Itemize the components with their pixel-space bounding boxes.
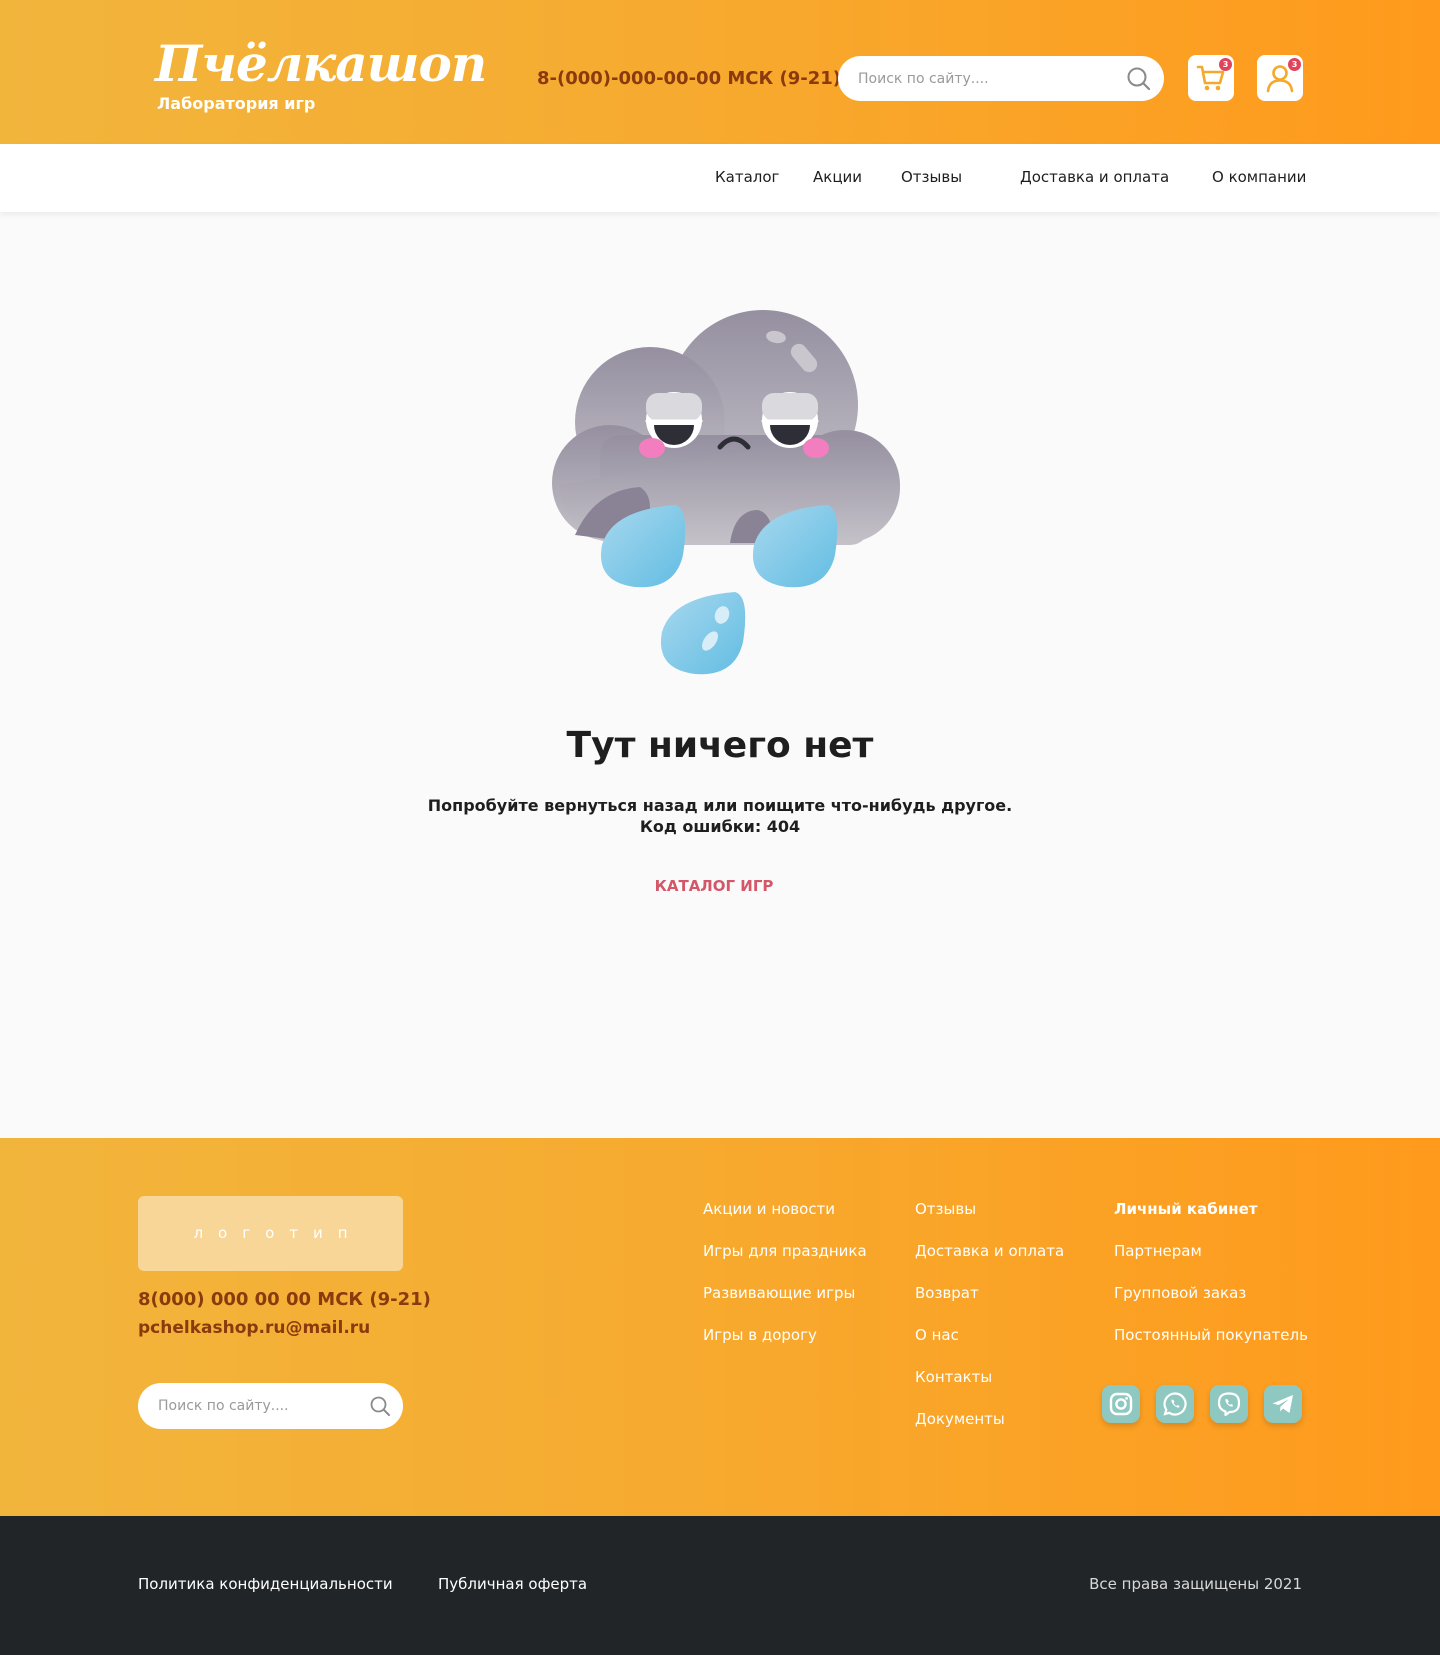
nav-item-about[interactable]: О компании <box>1212 168 1306 186</box>
whatsapp-icon <box>1163 1392 1187 1416</box>
account-count-badge: 3 <box>1288 58 1301 71</box>
cart-count-badge: 3 <box>1219 58 1232 71</box>
footer-link[interactable]: Партнерам <box>1114 1242 1202 1260</box>
public-offer-link[interactable]: Публичная оферта <box>438 1575 587 1593</box>
error-hint: Попробуйте вернуться назад или поищите ч… <box>427 796 1013 815</box>
footer-bottom-bar: Политика конфиденциальности Публичная оф… <box>0 1516 1440 1655</box>
footer-link[interactable]: Акции и новости <box>703 1200 835 1218</box>
error-description: Попробуйте вернуться назад или поищите ч… <box>0 795 1440 837</box>
footer-logo-placeholder[interactable]: логотип <box>138 1196 403 1271</box>
footer-phone[interactable]: 8(000) 000 00 00 МСК (9-21) <box>138 1289 431 1310</box>
main-nav: Каталог Акции Отзывы Доставка и оплата О… <box>0 144 1440 212</box>
footer-link[interactable]: Контакты <box>915 1368 992 1386</box>
footer-link[interactable]: Документы <box>915 1410 1005 1428</box>
footer-link[interactable]: Игры в дорогу <box>703 1326 817 1344</box>
copyright-text: Все права защищены 2021 <box>1089 1575 1302 1593</box>
footer-link[interactable]: Групповой заказ <box>1114 1284 1246 1302</box>
instagram-button[interactable] <box>1102 1385 1140 1423</box>
header-phone[interactable]: 8-(000)-000-00-00 МСК (9-21) <box>537 68 841 89</box>
error-title: Тут ничего нет <box>566 725 874 766</box>
nav-item-catalog[interactable]: Каталог <box>715 168 779 186</box>
nav-item-reviews[interactable]: Отзывы <box>901 168 962 186</box>
header-search-input[interactable] <box>858 56 1108 101</box>
footer-link-account[interactable]: Личный кабинет <box>1114 1200 1257 1218</box>
footer-search-input[interactable] <box>158 1383 358 1429</box>
footer-email[interactable]: pchelkashop.ru@mail.ru <box>138 1318 370 1338</box>
nav-item-sales[interactable]: Акции <box>813 168 862 186</box>
footer-link[interactable]: Отзывы <box>915 1200 976 1218</box>
logo-subtitle: Лаборатория игр <box>157 94 316 113</box>
nav-item-delivery[interactable]: Доставка и оплата <box>1020 168 1169 186</box>
telegram-button[interactable] <box>1264 1385 1302 1423</box>
error-code: Код ошибки: 404 <box>639 817 801 836</box>
site-logo[interactable]: Пчёлкашоп Лаборатория игр <box>155 34 487 114</box>
footer-link[interactable]: Постоянный покупатель <box>1114 1326 1308 1344</box>
footer-link[interactable]: Возврат <box>915 1284 979 1302</box>
logo-wordmark: Пчёлкашоп <box>155 34 487 93</box>
search-icon[interactable] <box>369 1395 391 1417</box>
footer-link[interactable]: Доставка и оплата <box>915 1242 1064 1260</box>
cart-button[interactable]: 3 <box>1188 55 1234 101</box>
viber-icon <box>1217 1392 1241 1417</box>
site-header: Пчёлкашоп Лаборатория игр 8-(000)-000-00… <box>0 0 1440 144</box>
footer-search <box>138 1383 403 1429</box>
footer-link[interactable]: Игры для праздника <box>703 1242 867 1260</box>
catalog-link[interactable]: КАТАЛОГ ИГР <box>0 877 1428 895</box>
search-icon[interactable] <box>1126 66 1152 92</box>
site-footer: логотип 8(000) 000 00 00 МСК (9-21) pche… <box>0 1138 1440 1516</box>
footer-link[interactable]: Развивающие игры <box>703 1284 855 1302</box>
footer-link[interactable]: О нас <box>915 1326 959 1344</box>
telegram-icon <box>1272 1395 1293 1413</box>
instagram-icon <box>1109 1392 1133 1416</box>
sad-cloud-illustration <box>552 310 900 675</box>
viber-button[interactable] <box>1210 1385 1248 1423</box>
account-button[interactable]: 3 <box>1257 55 1303 101</box>
header-search <box>838 56 1164 101</box>
whatsapp-button[interactable] <box>1156 1385 1194 1423</box>
privacy-policy-link[interactable]: Политика конфиденциальности <box>138 1575 393 1593</box>
